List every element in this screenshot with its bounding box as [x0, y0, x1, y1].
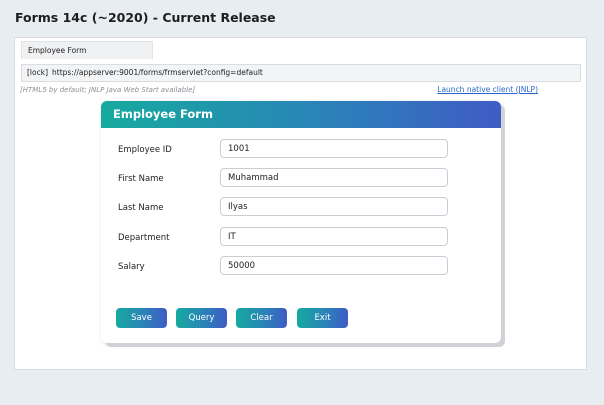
last-name-label: Last Name: [118, 203, 164, 213]
address-bar[interactable]: [lock] https://appserver:9001/forms/frmse…: [21, 64, 581, 82]
employee-id-label: Employee ID: [118, 145, 172, 155]
salary-label: Salary: [118, 262, 145, 272]
first-name-label: First Name: [118, 174, 164, 184]
first-name-field[interactable]: [220, 168, 448, 187]
employee-id-field[interactable]: [220, 139, 448, 158]
department-field[interactable]: [220, 227, 448, 246]
launch-native-client-link[interactable]: Launch native client (JNLP): [437, 85, 538, 94]
url-text: https://appserver:9001/forms/frmservlet?…: [52, 68, 263, 77]
exit-button[interactable]: Exit: [297, 308, 348, 328]
browser-tab[interactable]: Employee Form: [21, 41, 153, 59]
save-button[interactable]: Save: [116, 308, 167, 328]
clear-button[interactable]: Clear: [236, 308, 287, 328]
page-title: Forms 14c (~2020) - Current Release: [15, 10, 276, 25]
employee-form-window: Employee Form Employee ID First Name Las…: [101, 101, 501, 343]
form-title: Employee Form: [101, 101, 501, 128]
salary-field[interactable]: [220, 256, 448, 275]
last-name-field[interactable]: [220, 197, 448, 216]
query-button[interactable]: Query: [176, 308, 227, 328]
lock-icon: [lock]: [27, 68, 48, 77]
department-label: Department: [118, 233, 170, 243]
client-note: [HTML5 by default; JNLP Java Web Start a…: [20, 86, 196, 94]
